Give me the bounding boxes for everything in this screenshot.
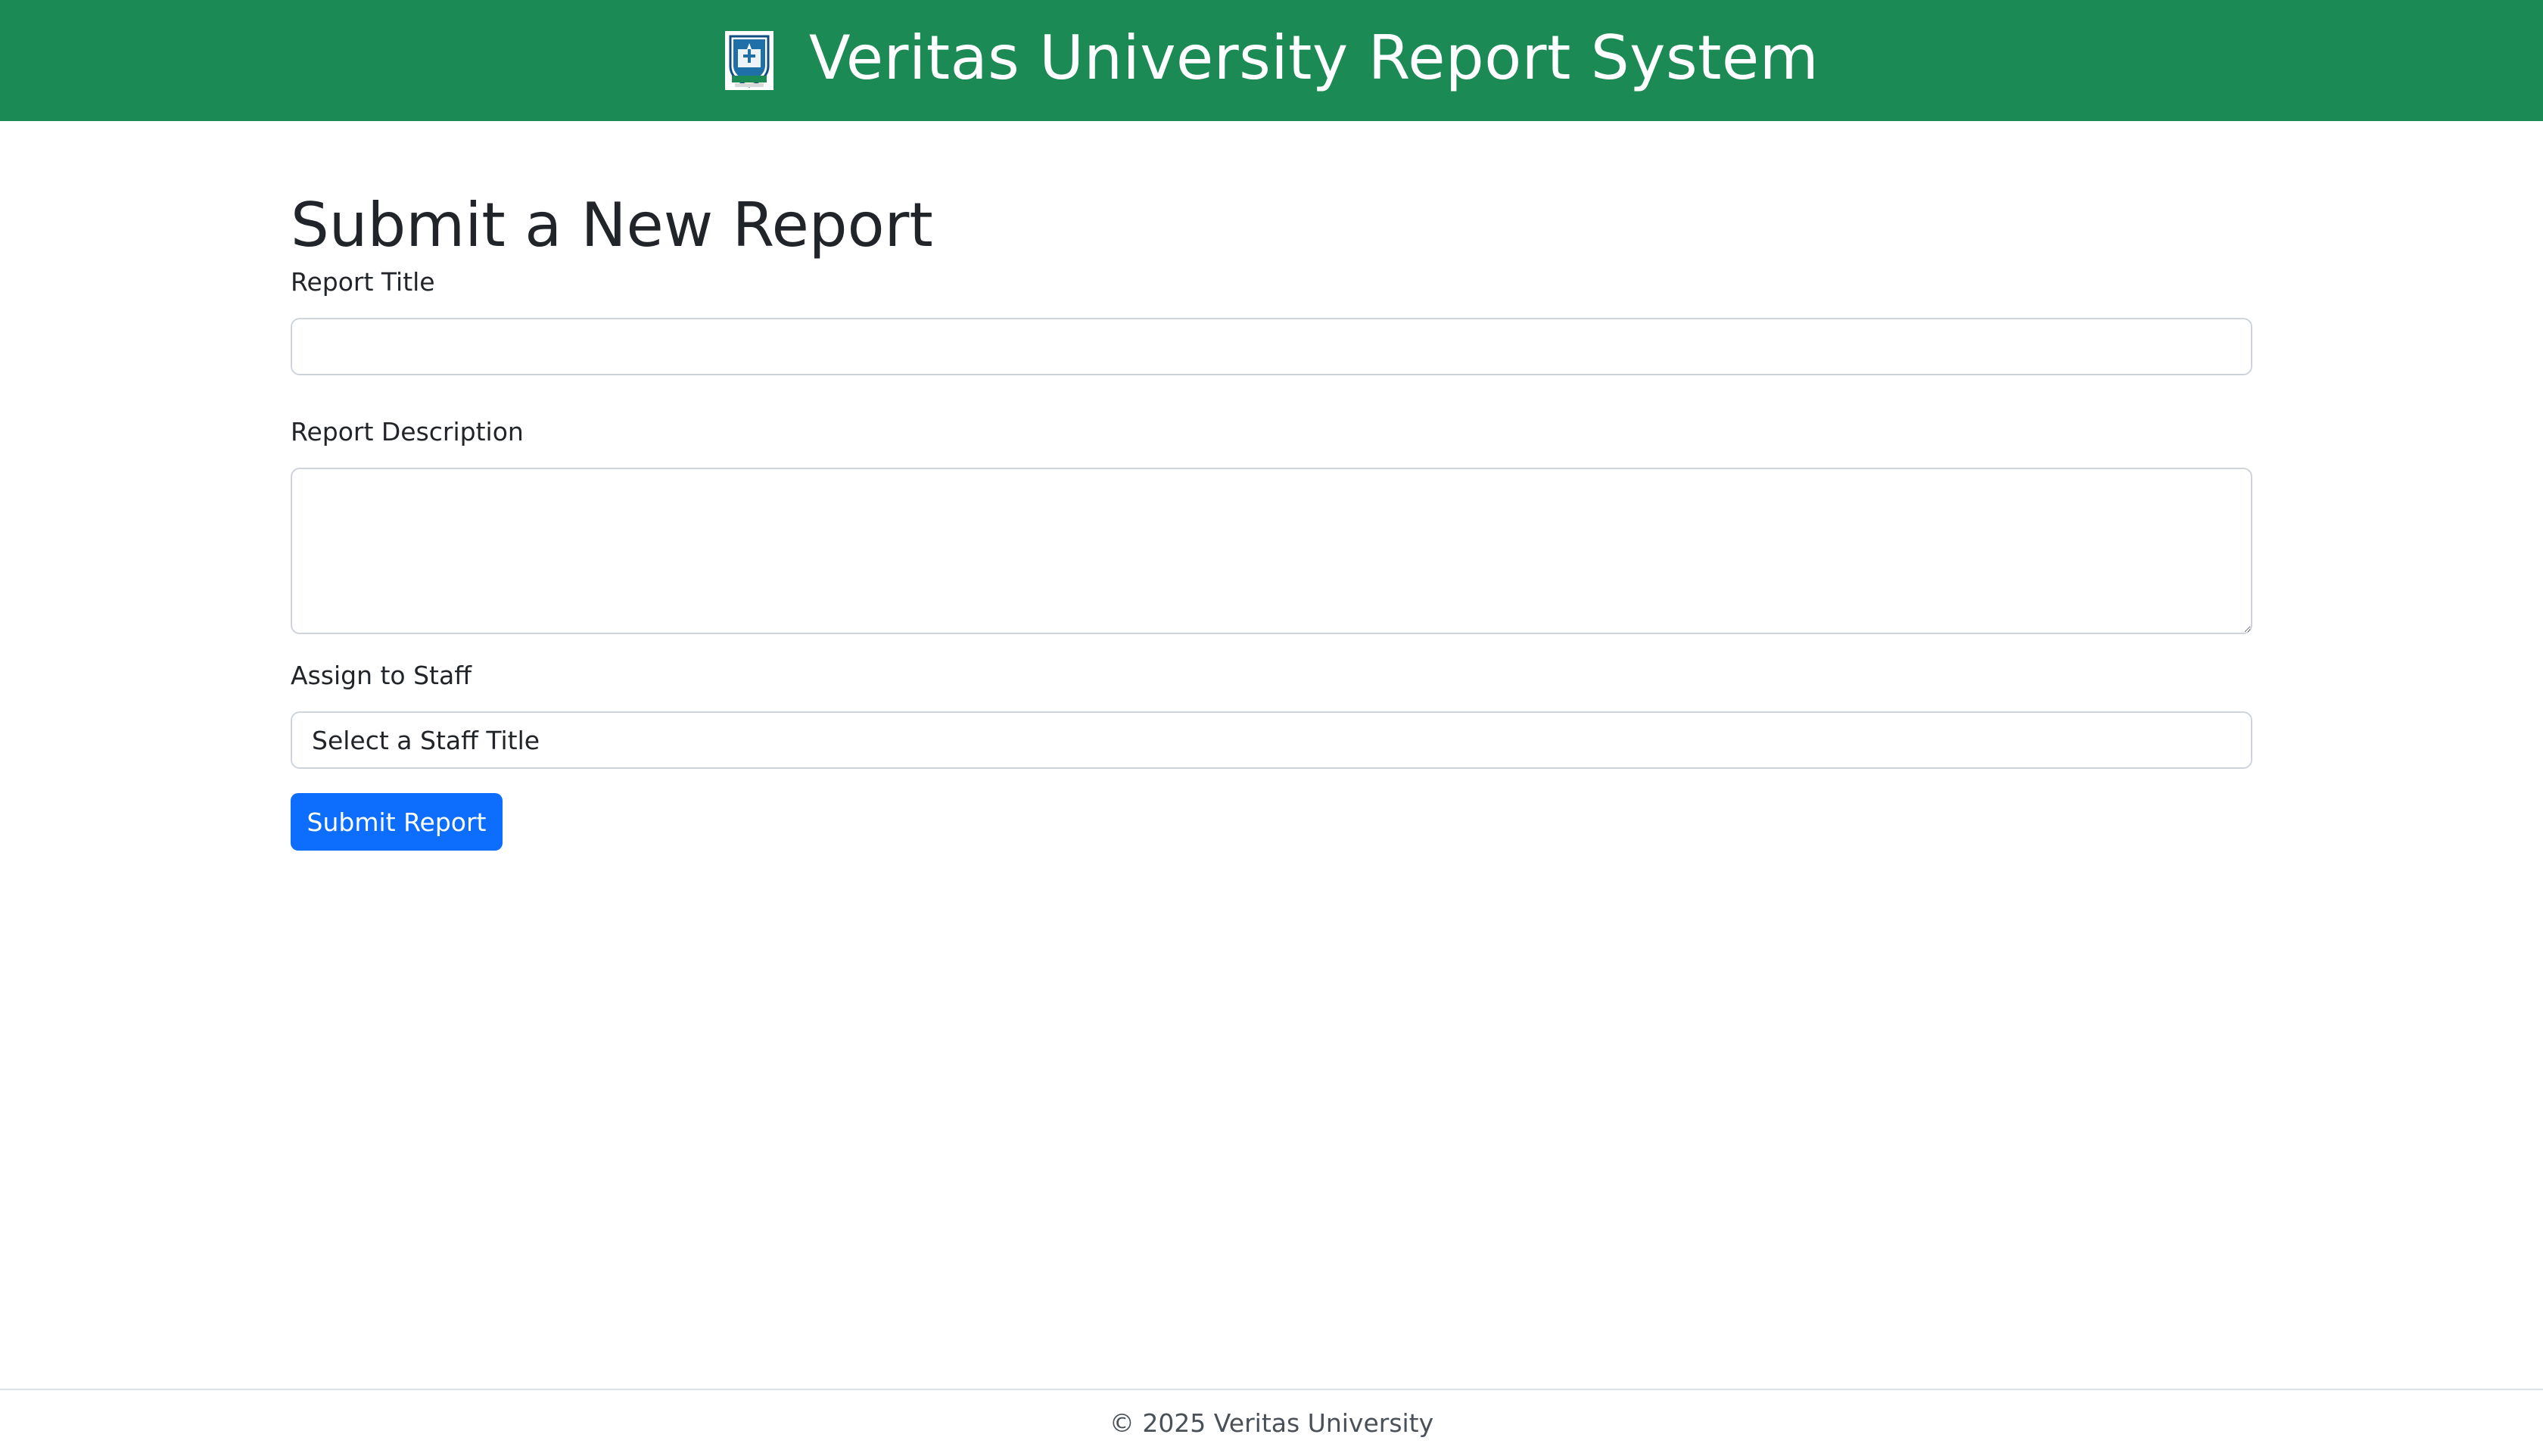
assign-staff-selected-value: Select a Staff Title — [312, 725, 540, 755]
app-title: Veritas University Report System — [808, 23, 1819, 93]
report-title-label: Report Title — [291, 267, 435, 297]
page-title: Submit a New Report — [291, 190, 933, 260]
report-form-container: Submit a New Report Report Title Report … — [291, 189, 2252, 851]
report-title-input[interactable] — [291, 318, 2252, 375]
assign-staff-label: Assign to Staff — [291, 661, 472, 690]
report-description-textarea[interactable] — [291, 468, 2252, 634]
report-description-label: Report Description — [291, 417, 524, 446]
assign-staff-select[interactable]: Select a Staff Title — [291, 711, 2252, 769]
page-footer: © 2025 Veritas University — [0, 1389, 2543, 1456]
app-header: Veritas University Report System — [0, 0, 2543, 121]
submit-report-button[interactable]: Submit Report — [291, 793, 503, 851]
copyright-text: © 2025 Veritas University — [1109, 1408, 1434, 1438]
university-crest-icon — [724, 31, 773, 90]
